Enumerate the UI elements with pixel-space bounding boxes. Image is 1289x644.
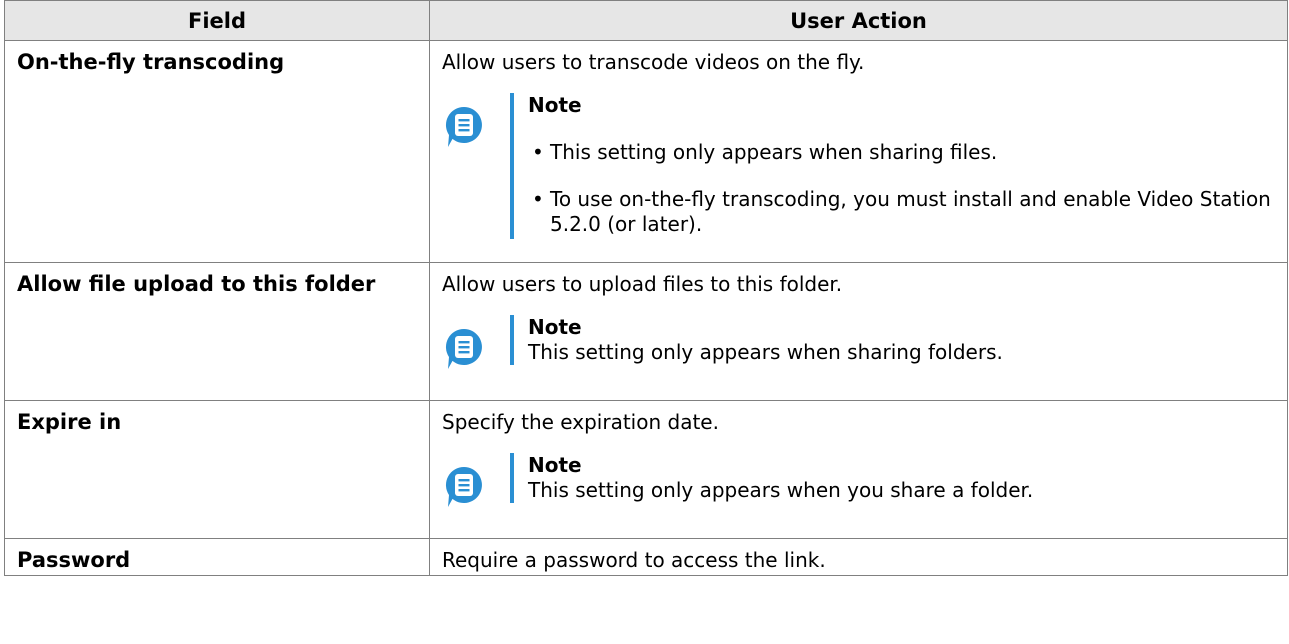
action-description: Allow users to transcode videos on the f… xyxy=(442,50,865,74)
note-callout: Note This setting only appears when you … xyxy=(442,453,1275,509)
user-action-cell: Allow users to transcode videos on the f… xyxy=(429,40,1288,263)
note-list-item: This setting only appears when sharing f… xyxy=(528,140,1275,165)
note-speech-bubble-icon xyxy=(444,105,484,149)
note-list: This setting only appears when sharing f… xyxy=(528,140,1275,237)
note-list-item: To use on-the-fly transcoding, you must … xyxy=(528,187,1275,237)
user-action-cell: Allow users to upload files to this fold… xyxy=(429,262,1288,401)
note-title: Note xyxy=(528,453,582,477)
table-row: Allow file upload to this folder Allow u… xyxy=(4,262,1288,401)
note-body: Note This setting only appears when shar… xyxy=(510,315,1275,365)
user-action-cell: Specify the expiration date. Note This s… xyxy=(429,400,1288,539)
note-speech-bubble-icon xyxy=(444,327,484,371)
action-description: Require a password to access the link. xyxy=(442,548,826,572)
settings-table: Field User Action On-the-fly transcoding… xyxy=(4,0,1288,576)
action-description: Specify the expiration date. xyxy=(442,410,719,434)
note-body: Note This setting only appears when you … xyxy=(510,453,1275,503)
table-row: On-the-fly transcoding Allow users to tr… xyxy=(4,40,1288,263)
column-header-user-action: User Action xyxy=(429,0,1288,41)
note-title: Note xyxy=(528,93,582,117)
note-title: Note xyxy=(528,315,582,339)
note-speech-bubble-icon xyxy=(444,465,484,509)
field-cell: Password xyxy=(4,538,430,576)
note-text: This setting only appears when you share… xyxy=(528,478,1034,502)
table-header-row: Field User Action xyxy=(4,0,1288,41)
field-cell: Allow file upload to this folder xyxy=(4,262,430,401)
note-callout: Note This setting only appears when shar… xyxy=(442,93,1275,239)
table-row: Password Require a password to access th… xyxy=(4,538,1288,576)
note-callout: Note This setting only appears when shar… xyxy=(442,315,1275,371)
table-row: Expire in Specify the expiration date. N… xyxy=(4,400,1288,539)
user-action-cell: Require a password to access the link. xyxy=(429,538,1288,576)
note-text: This setting only appears when sharing f… xyxy=(528,340,1003,364)
field-cell: On-the-fly transcoding xyxy=(4,40,430,263)
note-body: Note This setting only appears when shar… xyxy=(510,93,1275,239)
field-cell: Expire in xyxy=(4,400,430,539)
column-header-field: Field xyxy=(4,0,430,41)
action-description: Allow users to upload files to this fold… xyxy=(442,272,843,296)
